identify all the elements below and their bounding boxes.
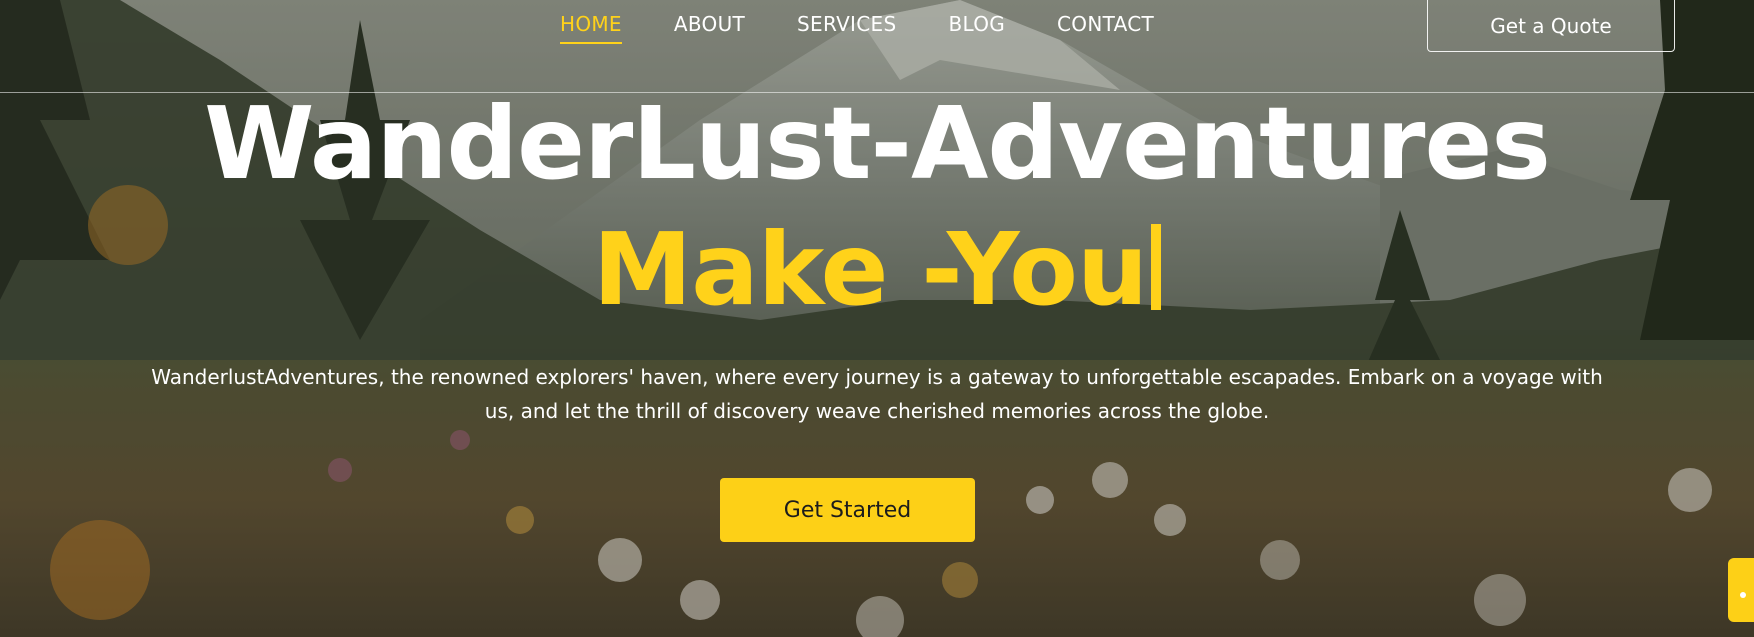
get-a-quote-button[interactable]: Get a Quote [1427, 0, 1675, 52]
scroll-up-button[interactable] [1728, 558, 1754, 622]
hero-section: HOME ABOUT SERVICES BLOG CONTACT Get a Q… [0, 0, 1754, 637]
nav-item-about[interactable]: ABOUT [674, 12, 745, 44]
typed-text: Make -You [592, 211, 1148, 328]
nav-item-blog[interactable]: BLOG [948, 12, 1005, 44]
get-started-button[interactable]: Get Started [720, 478, 975, 542]
hero-title: WanderLust-Adventures [204, 85, 1551, 202]
scroll-up-icon [1740, 592, 1746, 598]
nav-item-contact[interactable]: CONTACT [1057, 12, 1154, 44]
top-navigation: HOME ABOUT SERVICES BLOG CONTACT Get a Q… [0, 0, 1754, 93]
hero-typing-subtitle: Make -You [0, 210, 1754, 330]
main-menu: HOME ABOUT SERVICES BLOG CONTACT [560, 12, 1154, 44]
typing-cursor [1151, 224, 1162, 310]
nav-item-home[interactable]: HOME [560, 12, 622, 44]
nav-item-services[interactable]: SERVICES [797, 12, 896, 44]
hero-description: WanderlustAdventures, the renowned explo… [151, 365, 1603, 423]
